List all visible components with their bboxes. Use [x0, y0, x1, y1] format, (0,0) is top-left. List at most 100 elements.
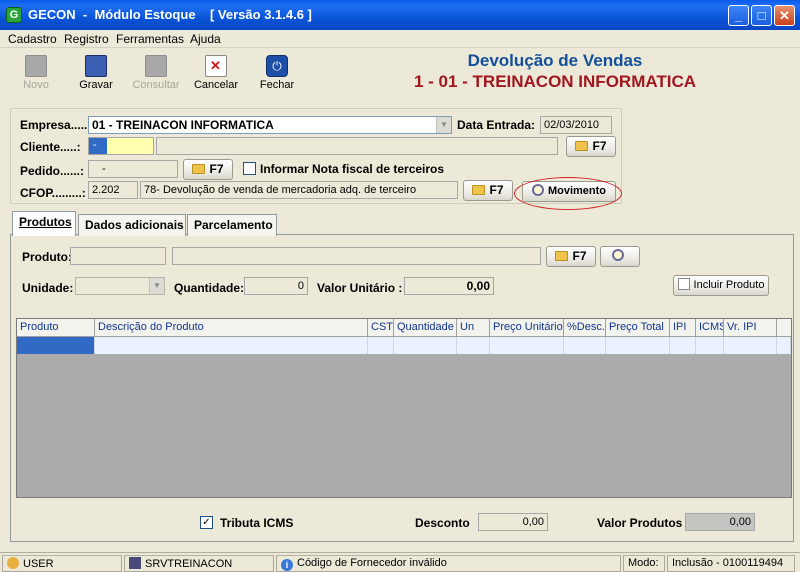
novo-button[interactable]: Novo — [12, 52, 60, 98]
status-user-text: USER — [23, 558, 54, 570]
quantidade-field[interactable]: 0 — [244, 277, 308, 295]
table-row-cell[interactable] — [724, 337, 777, 354]
add-document-icon — [677, 278, 690, 290]
status-modo-value: Inclusão - 0100119494 — [667, 555, 795, 572]
menu-ajuda[interactable]: Ajuda — [190, 32, 221, 46]
pedido-field[interactable]: - — [88, 160, 178, 178]
col-desc[interactable]: %Desc. — [564, 319, 606, 337]
col-ipi[interactable]: IPI — [670, 319, 696, 337]
status-message: i Código de Fornecedor inválido — [276, 555, 621, 572]
f7-label: F7 — [572, 249, 587, 263]
products-grid[interactable]: Produto Descrição do Produto CST Quantid… — [16, 318, 792, 498]
cfop-desc-field[interactable]: 78- Devolução de venda de mercadoria adq… — [140, 181, 458, 199]
table-row-cell[interactable] — [95, 337, 368, 354]
table-row-cell[interactable] — [394, 337, 457, 354]
col-descricao[interactable]: Descrição do Produto — [95, 319, 368, 337]
col-cst[interactable]: CST — [368, 319, 394, 337]
f7-label: F7 — [489, 183, 504, 197]
chevron-down-icon: ▼ — [436, 117, 451, 133]
status-modo-label: Modo: — [623, 555, 665, 572]
table-row-cell — [777, 337, 791, 354]
cliente-name-field[interactable] — [156, 137, 558, 155]
fechar-button[interactable]: ⏻ Fechar — [253, 52, 301, 98]
menu-registro[interactable]: Registro — [64, 32, 109, 46]
close-button[interactable]: ✕ — [774, 5, 795, 26]
consultar-button[interactable]: Consultar — [132, 52, 180, 98]
unidade-combo[interactable]: ▼ — [75, 277, 165, 295]
cliente-code-field[interactable]: - — [88, 137, 154, 155]
col-un[interactable]: Un — [457, 319, 490, 337]
table-row-cell-selected[interactable] — [17, 337, 95, 354]
incluir-produto-button[interactable]: Incluir Produto — [673, 275, 769, 296]
table-row-cell[interactable] — [457, 337, 490, 354]
valor-unitario-field[interactable]: 0,00 — [404, 277, 494, 295]
minimize-button[interactable]: _ — [728, 5, 749, 26]
pedido-label: Pedido......: — [20, 164, 85, 178]
menu-cadastro[interactable]: Cadastro — [8, 32, 57, 46]
produto-f7-button[interactable]: F7 — [546, 246, 596, 267]
table-row-cell[interactable] — [670, 337, 696, 354]
tributa-icms-checkbox[interactable]: ✓ — [200, 516, 213, 529]
cliente-f7-button[interactable]: F7 — [566, 136, 616, 157]
valor-produtos-field: 0,00 — [685, 513, 755, 531]
query-icon — [145, 55, 167, 77]
data-entrada-label: Data Entrada: — [457, 118, 536, 132]
desconto-label: Desconto — [415, 516, 470, 530]
informar-label: Informar Nota fiscal de terceiros — [260, 162, 445, 176]
f7-label: F7 — [209, 162, 224, 176]
tab-parcelamento[interactable]: Parcelamento — [187, 214, 277, 236]
status-server: SRVTREINACON — [124, 555, 274, 572]
cliente-code-value: - — [89, 138, 107, 154]
maximize-button[interactable]: □ — [751, 5, 772, 26]
tab-produtos[interactable]: Produtos — [12, 211, 76, 236]
empresa-combo[interactable]: 01 - TREINACON INFORMATICA ▼ — [88, 116, 452, 134]
table-row-cell[interactable] — [696, 337, 724, 354]
cancelar-label: Cancelar — [193, 79, 239, 91]
consultar-label: Consultar — [132, 79, 180, 91]
status-user: USER — [2, 555, 122, 572]
pedido-f7-button[interactable]: F7 — [183, 159, 233, 180]
produto-label: Produto: — [22, 250, 72, 264]
produto-search-button[interactable] — [600, 246, 640, 267]
col-preco-unitario[interactable]: Preço Unitário — [490, 319, 564, 337]
table-row-cell[interactable] — [606, 337, 670, 354]
folder-icon — [575, 141, 589, 151]
produto-desc-field[interactable] — [172, 247, 541, 265]
table-row-cell[interactable] — [564, 337, 606, 354]
folder-icon — [472, 185, 486, 195]
tab-dados-adicionais[interactable]: Dados adicionais — [78, 214, 186, 236]
quantidade-label: Quantidade: — [174, 281, 245, 295]
new-icon — [25, 55, 47, 77]
empresa-value: 01 - TREINACON INFORMATICA — [92, 118, 274, 132]
table-row-cell[interactable] — [368, 337, 394, 354]
company-title: 1 - 01 - TREINACON INFORMATICA — [413, 72, 697, 91]
data-entrada-field[interactable]: 02/03/2010 — [540, 116, 612, 134]
produto-code-field[interactable] — [70, 247, 166, 265]
pedido-value: - — [102, 163, 106, 175]
valor-unitario-label: Valor Unitário : — [317, 281, 403, 295]
cancelar-button[interactable]: ✕ Cancelar — [192, 52, 240, 98]
status-bar: USER SRVTREINACON i Código de Fornecedor … — [0, 552, 800, 572]
informar-checkbox[interactable] — [243, 162, 256, 175]
desconto-field[interactable]: 0,00 — [478, 513, 548, 531]
user-icon — [7, 557, 19, 569]
cfop-f7-button[interactable]: F7 — [463, 180, 513, 201]
app-icon: G — [6, 7, 22, 23]
highlight-circle — [514, 177, 622, 210]
tributa-icms-label: Tributa ICMS — [220, 516, 294, 530]
cfop-code-field[interactable]: 2.202 — [88, 181, 138, 199]
save-icon — [85, 55, 107, 77]
menu-ferramentas[interactable]: Ferramentas — [116, 32, 184, 46]
info-icon: i — [281, 559, 293, 571]
folder-icon — [192, 164, 206, 174]
col-quantidade[interactable]: Quantidade — [394, 319, 457, 337]
f7-label: F7 — [592, 139, 607, 153]
col-produto[interactable]: Produto — [17, 319, 95, 337]
gravar-button[interactable]: Gravar — [72, 52, 120, 98]
incluir-label: Incluir Produto — [693, 279, 765, 291]
col-vr-ipi[interactable]: Vr. IPI — [724, 319, 777, 337]
col-icms[interactable]: ICMS — [696, 319, 724, 337]
col-preco-total[interactable]: Preço Total — [606, 319, 670, 337]
valor-produtos-label: Valor Produtos — [597, 516, 683, 530]
table-row-cell[interactable] — [490, 337, 564, 354]
